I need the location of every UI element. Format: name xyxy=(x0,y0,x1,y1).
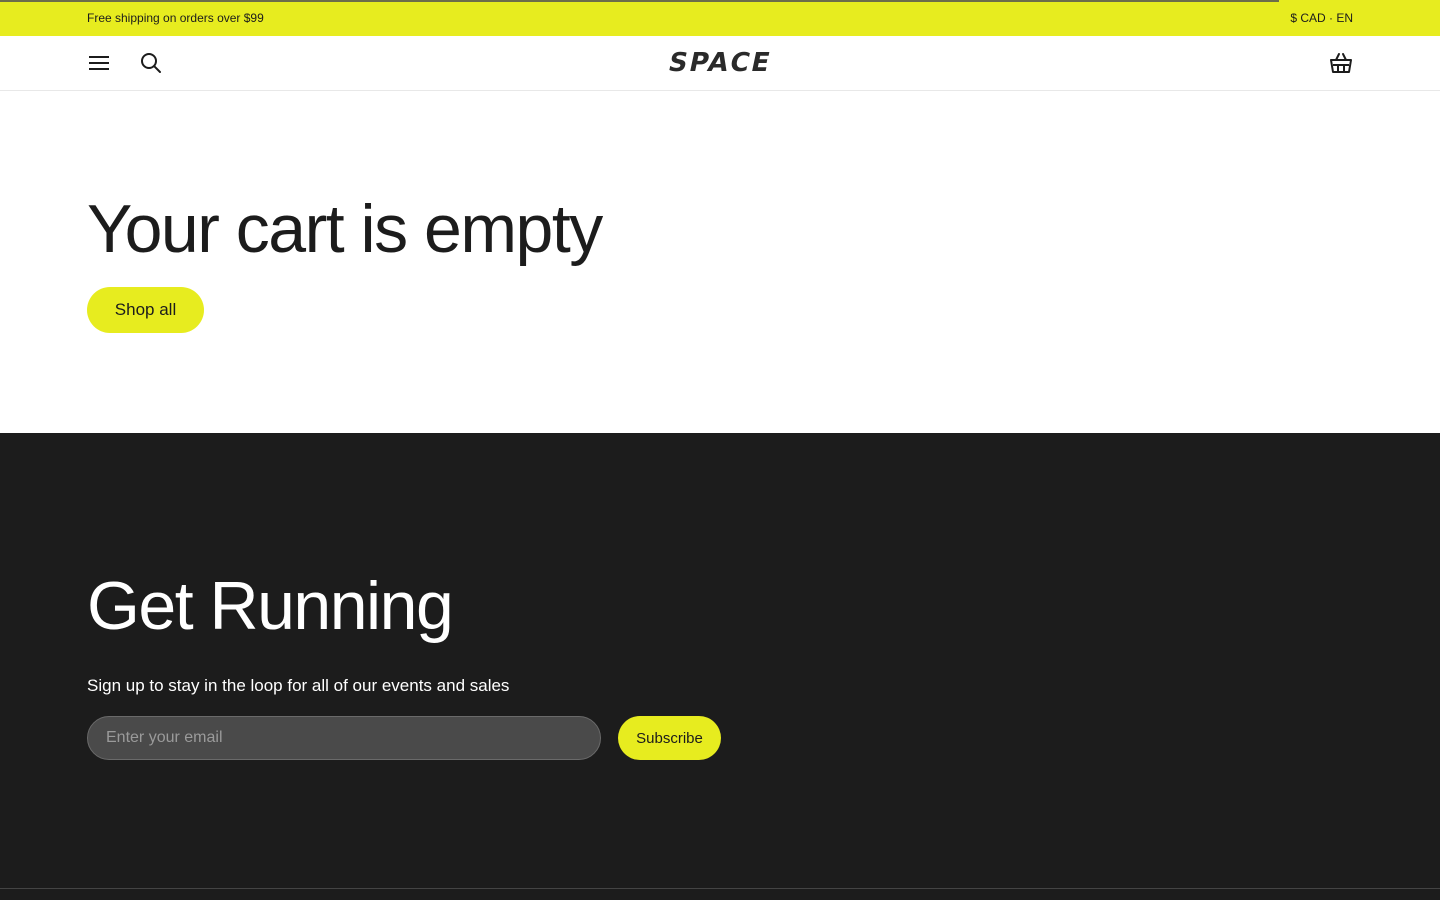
menu-icon[interactable] xyxy=(87,51,111,75)
locale-selector[interactable]: $ CAD · EN xyxy=(1290,11,1353,25)
announcement-bar: Free shipping on orders over $99 $ CAD ·… xyxy=(0,0,1440,36)
newsletter-section: Get Running Sign up to stay in the loop … xyxy=(0,433,1440,888)
site-logo[interactable]: SPACE xyxy=(666,48,775,78)
newsletter-form: Subscribe xyxy=(87,716,1353,760)
search-icon[interactable] xyxy=(139,51,163,75)
newsletter-subtitle: Sign up to stay in the loop for all of o… xyxy=(87,676,510,695)
page-title: Your cart is empty xyxy=(87,191,603,267)
basket-icon[interactable] xyxy=(1329,51,1353,75)
announcement-progress xyxy=(0,0,1279,2)
email-input[interactable] xyxy=(87,716,601,760)
subscribe-button[interactable]: Subscribe xyxy=(618,716,721,760)
shop-all-button[interactable]: Shop all xyxy=(87,287,204,333)
site-header: SPACE xyxy=(0,36,1440,91)
cart-empty-section: Your cart is empty Shop all xyxy=(0,91,1440,433)
footer-divider xyxy=(0,888,1440,900)
announcement-text: Free shipping on orders over $99 xyxy=(87,11,264,25)
header-left xyxy=(87,51,163,75)
newsletter-title: Get Running xyxy=(87,568,454,644)
